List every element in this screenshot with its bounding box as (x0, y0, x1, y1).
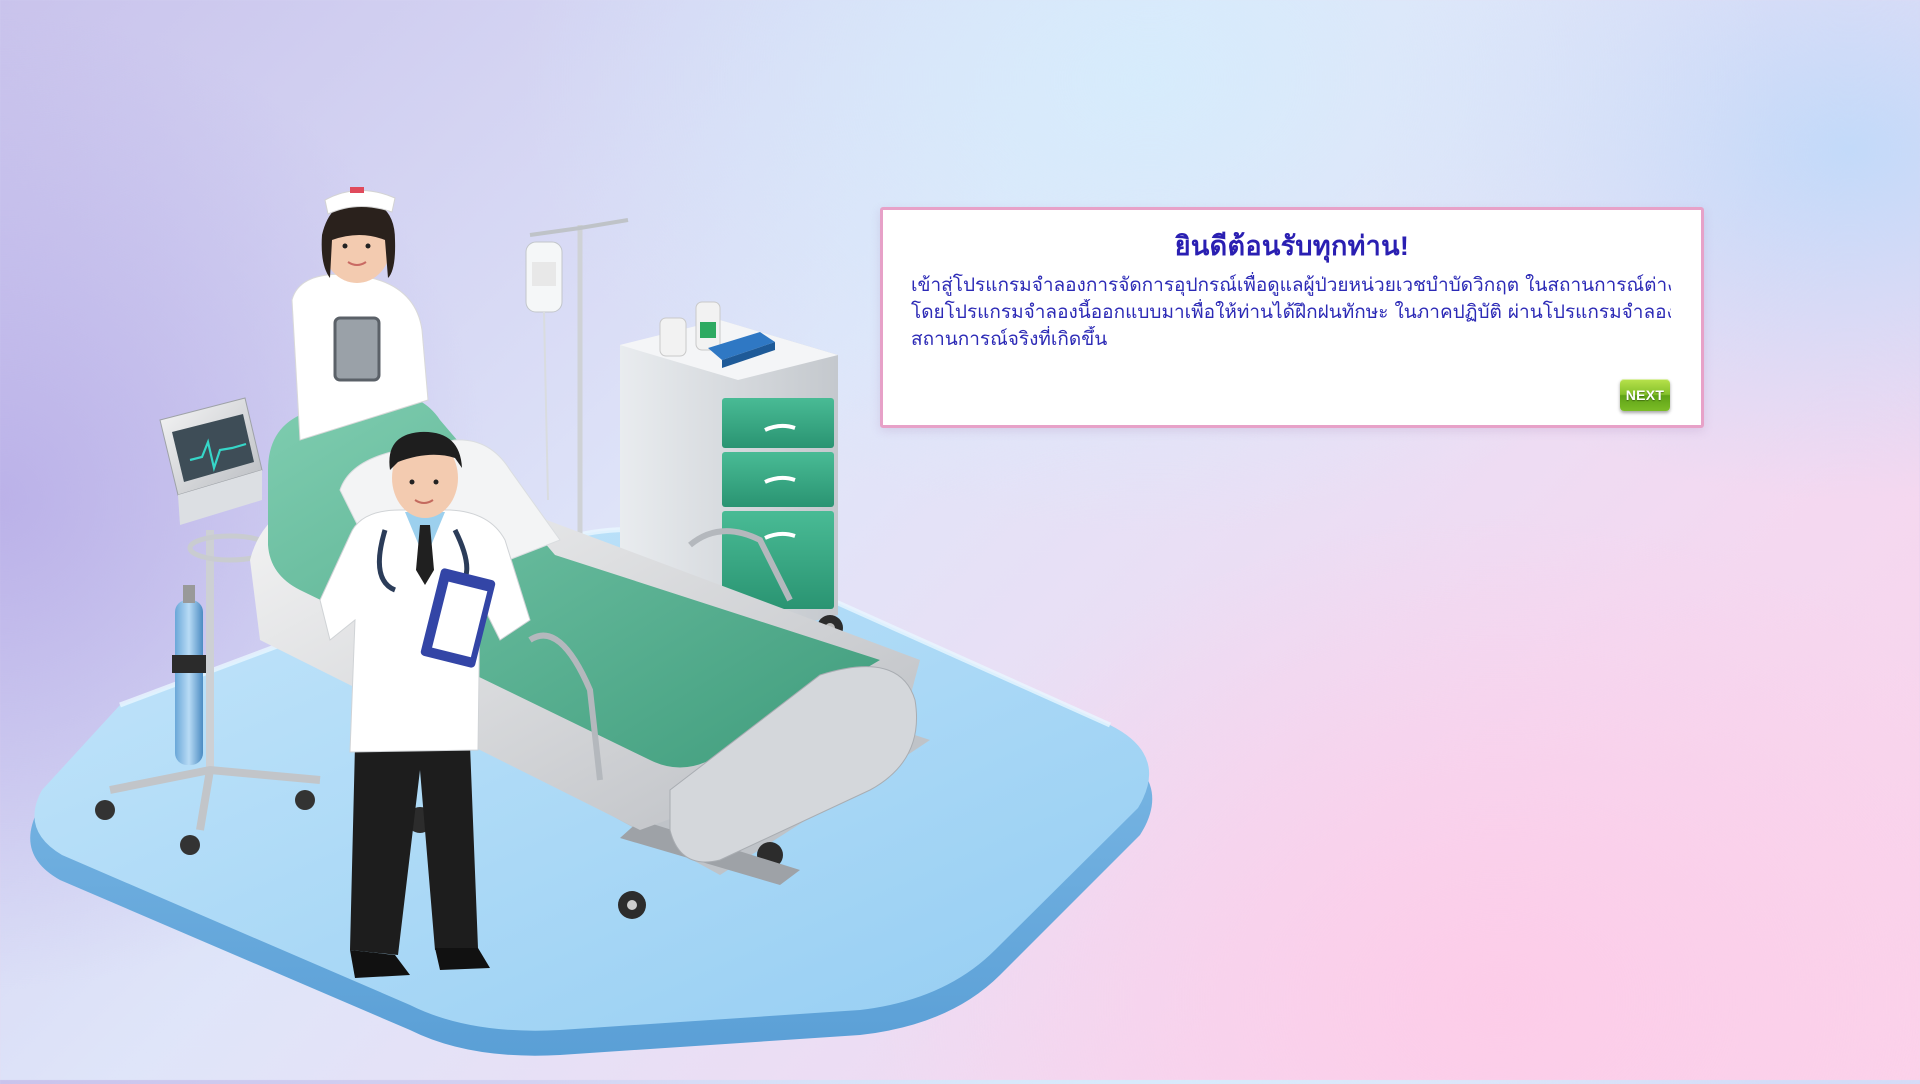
welcome-message-line: เข้าสู่โปรแกรมจำลองการจัดการอุปกรณ์เพื่อ… (911, 274, 1671, 296)
next-button[interactable]: NEXT (1620, 379, 1670, 411)
nurse-icon (291, 187, 429, 441)
welcome-dialog: ยินดีต้อนรับทุกท่าน! เข้าสู่โปรแกรมจำลอง… (880, 207, 1704, 428)
welcome-message: เข้าสู่โปรแกรมจำลองการจัดการอุปกรณ์เพื่อ… (911, 272, 1671, 353)
welcome-title: ยินดีต้อนรับทุกท่าน! (1174, 231, 1410, 261)
iv-stand-icon (525, 218, 629, 560)
oxygen-tank-icon (172, 585, 206, 765)
welcome-message-line: สถานการณ์จริงที่เกิดขึ้น (911, 328, 1108, 350)
hospital-illustration (0, 0, 1200, 1080)
welcome-message-line: โดยโปรแกรมจำลองนี้ออกแบบมาเพื่อให้ท่านได… (911, 301, 1671, 323)
